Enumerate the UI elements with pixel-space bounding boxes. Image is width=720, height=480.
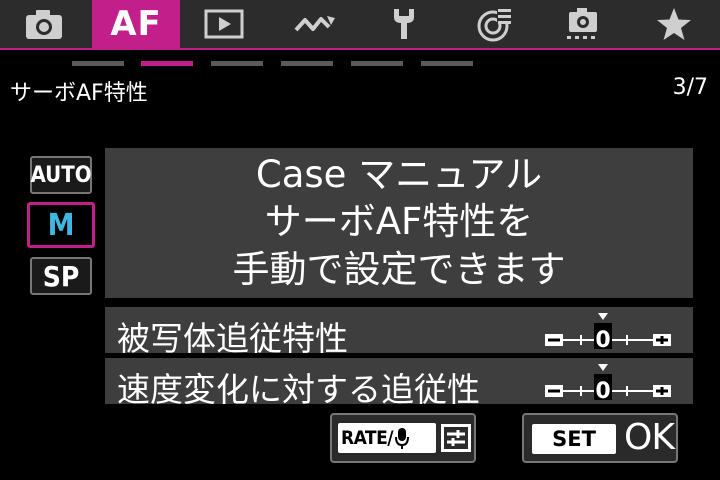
page-dot [281, 61, 333, 66]
description-line-1: Case マニュアル [255, 153, 543, 196]
microphone-icon [395, 428, 410, 449]
camera-icon [26, 10, 62, 39]
rate-key: RATE/ [338, 423, 436, 453]
tab-wireless[interactable] [275, 0, 355, 48]
page-title: サーボAF特性 [10, 81, 148, 106]
case-m-label: M [47, 207, 75, 243]
tracking-sensitivity-scale[interactable]: 0 [545, 313, 671, 349]
param-label: 被写体追従特性 [117, 319, 348, 358]
param-label: 速度変化に対する追従性 [117, 370, 480, 409]
tab-custom-functions[interactable] [455, 0, 535, 48]
accel-decel-tracking-value: 0 [595, 379, 610, 400]
page-dot [421, 61, 473, 66]
tab-af[interactable]: AF [92, 0, 180, 48]
case-auto-label: AUTO [30, 162, 92, 188]
set-label: SET [552, 427, 596, 451]
case-m-button[interactable]: M [27, 202, 95, 248]
tab-my-menu[interactable] [634, 0, 714, 48]
page-number: 3/7 [672, 75, 708, 100]
param-row-tracking-sensitivity[interactable]: 被写体追従特性 0 [105, 307, 693, 358]
accel-decel-tracking-scale[interactable]: 0 [545, 364, 671, 400]
tab-setup[interactable] [364, 0, 444, 48]
page-dot-active [141, 61, 193, 66]
wireless-icon [294, 16, 335, 32]
case-sp-label: SP [42, 259, 80, 293]
set-ok-button[interactable]: SET OK [522, 413, 678, 463]
description-panel: Case マニュアル サーボAF特性を 手動で設定できます [105, 148, 693, 298]
adjust-settings-icon [441, 424, 471, 452]
rate-button[interactable]: RATE/ [330, 413, 476, 463]
ok-label: OK [624, 417, 675, 458]
menu-tab-bar: AF [0, 0, 720, 48]
tab-camera-settings[interactable] [543, 0, 623, 48]
page-dot [211, 61, 263, 66]
custom-functions-icon [477, 8, 511, 42]
camera-settings-icon [567, 8, 597, 39]
page-dot [72, 61, 124, 66]
tracking-sensitivity-value: 0 [595, 328, 610, 349]
page-dot [351, 61, 403, 66]
af-tab-label: AF [110, 4, 162, 44]
case-sp-button[interactable]: SP [30, 257, 92, 295]
set-key: SET [532, 424, 616, 454]
wrench-icon [394, 9, 414, 39]
description-line-2: サーボAF特性を [264, 200, 534, 243]
star-icon [657, 8, 691, 40]
playback-icon [204, 9, 244, 39]
tab-underline [0, 48, 720, 50]
tab-shooting[interactable] [4, 0, 84, 48]
case-auto-button[interactable]: AUTO [30, 156, 92, 194]
param-row-accel-decel-tracking[interactable]: 速度変化に対する追従性 0 [105, 358, 693, 409]
description-line-3: 手動で設定できます [232, 248, 566, 291]
rate-label: RATE/ [341, 427, 394, 449]
tab-playback[interactable] [184, 0, 264, 48]
